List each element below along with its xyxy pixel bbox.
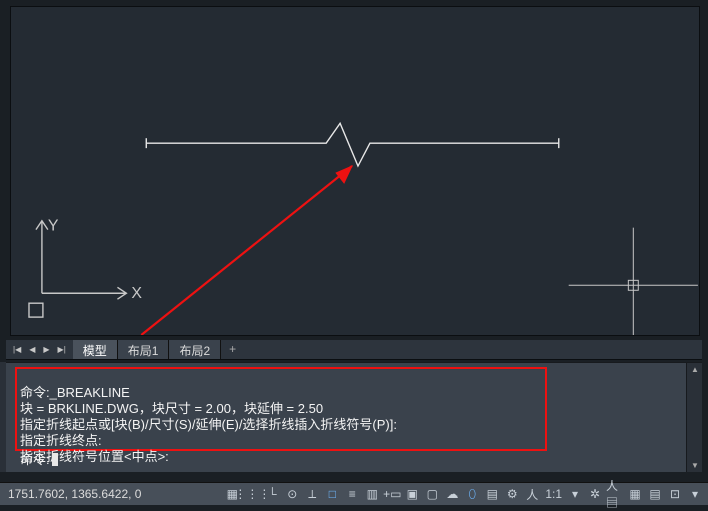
command-history: 命令:_BREAKLINE 块 = BRKLINE.DWG，块尺寸 = 2.00…	[20, 369, 678, 481]
tab-layout1[interactable]: 布局1	[118, 340, 170, 359]
selection-cycling-icon[interactable]: ▣	[403, 485, 421, 503]
snap-mode-icon[interactable]: ⋮⋮⋮	[243, 485, 261, 503]
workspace-icon[interactable]: ☁	[443, 485, 461, 503]
command-input[interactable]: 命令:	[20, 449, 58, 468]
3dosnap-icon[interactable]: ▢	[423, 485, 441, 503]
drawing-viewport[interactable]: Y X	[10, 6, 700, 336]
transparency-icon[interactable]: ▥	[363, 485, 381, 503]
command-prompt: 命令:	[20, 452, 50, 467]
layout-tab-nav: |◀ ◀ ▶ ▶|	[6, 340, 73, 359]
isodraft-icon[interactable]: ⟂	[303, 485, 321, 503]
command-panel: 命令:_BREAKLINE 块 = BRKLINE.DWG，块尺寸 = 2.00…	[6, 362, 702, 472]
tab-prev-icon[interactable]: ◀	[26, 345, 38, 354]
hardware-accel-icon[interactable]: ▤	[646, 485, 664, 503]
polar-icon[interactable]: ⊙	[283, 485, 301, 503]
人-icon[interactable]: 人	[523, 485, 541, 503]
ws-switch-icon[interactable]: ▦	[626, 485, 644, 503]
dynamic-input-icon[interactable]: +▭	[383, 485, 401, 503]
cmd-line: 指定折线起点或[块(B)/尺寸(S)/延伸(E)/选择折线插入折线符号(P)]:	[20, 417, 397, 432]
tab-layout2[interactable]: 布局2	[169, 340, 221, 359]
tab-next-icon[interactable]: ▶	[40, 345, 52, 354]
tab-last-icon[interactable]: ▶|	[55, 345, 69, 354]
cmd-line: 指定折线终点:	[20, 433, 102, 448]
tab-first-icon[interactable]: |◀	[10, 345, 24, 354]
command-scrollbar[interactable]	[686, 363, 702, 472]
crosshair-cursor	[569, 228, 698, 335]
ortho-icon[interactable]: └	[263, 485, 281, 503]
ucs-y-label: Y	[48, 218, 59, 235]
cmd-line: 命令:_BREAKLINE	[20, 385, 130, 400]
annotation-monitor-icon[interactable]: ⬯	[463, 485, 481, 503]
anno-scale-menu-icon[interactable]: ▾	[566, 485, 584, 503]
customize-icon[interactable]: ▾	[686, 485, 704, 503]
drawing-canvas[interactable]: Y X	[11, 7, 699, 335]
status-toggles: ▦ ⋮⋮⋮ └ ⊙ ⟂ □ ≡ ▥ +▭ ▣ ▢ ☁ ⬯ ▤ ⚙ 人 1:1 ▾…	[219, 485, 708, 503]
lineweight-icon[interactable]: ≡	[343, 485, 361, 503]
status-bar: 1751.7602, 1365.6422, 0 ▦ ⋮⋮⋮ └ ⊙ ⟂ □ ≡ …	[0, 482, 708, 505]
ucs-icon: Y X	[29, 218, 142, 317]
anno-scale-readout[interactable]: 1:1	[543, 485, 564, 503]
units-icon[interactable]: ⚙	[503, 485, 521, 503]
cmd-line: 块 = BRKLINE.DWG，块尺寸 = 2.00，块延伸 = 2.50	[20, 401, 323, 416]
text-cursor	[52, 453, 58, 466]
ucs-x-label: X	[131, 285, 142, 302]
gear-icon[interactable]: ✲	[586, 485, 604, 503]
breakline-entity	[146, 123, 558, 166]
quick-properties-icon[interactable]: ▤	[483, 485, 501, 503]
isolate-icon[interactable]: ⊡	[666, 485, 684, 503]
annotation-arrow	[141, 166, 352, 335]
tab-model[interactable]: 模型	[73, 340, 118, 359]
osnap-icon[interactable]: □	[323, 485, 341, 503]
coords-readout[interactable]: 1751.7602, 1365.6422, 0	[0, 487, 149, 501]
auto-scale-icon[interactable]: 人▤	[606, 485, 624, 503]
layout-tab-strip: |◀ ◀ ▶ ▶| 模型 布局1 布局2 +	[6, 340, 702, 360]
tab-add-button[interactable]: +	[221, 340, 244, 359]
